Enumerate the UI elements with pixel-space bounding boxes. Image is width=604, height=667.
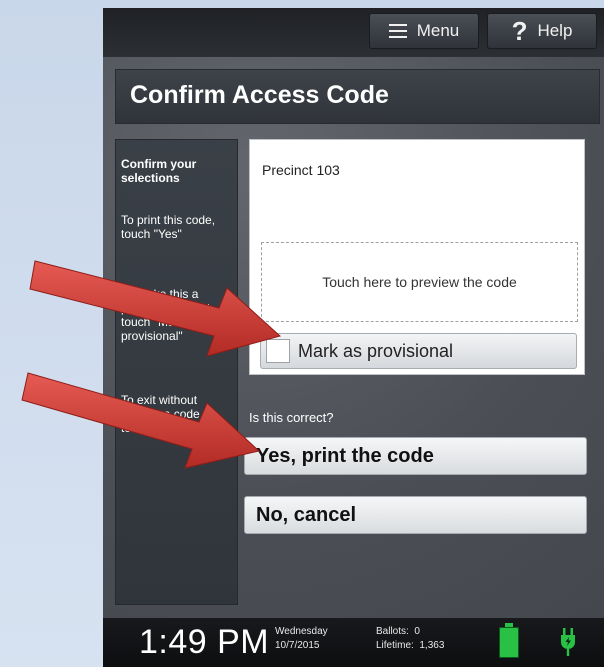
access-code-card: Precinct 103 Touch here to preview the c… — [249, 139, 585, 375]
preview-label: Touch here to preview the code — [322, 274, 517, 290]
ballots-value: 0 — [414, 626, 420, 637]
precinct-label: Precinct 103 — [262, 162, 340, 178]
no-cancel-label: No, cancel — [256, 503, 357, 526]
ballots-label: Ballots: — [376, 626, 409, 637]
menu-label: Menu — [416, 21, 460, 40]
date: 10/7/2015 — [275, 640, 320, 651]
ballots-count: Ballots: 0 — [376, 626, 420, 637]
red-arrow-bottom — [21, 372, 261, 469]
lifetime-count: Lifetime: 1,363 — [376, 640, 444, 651]
instructions-heading: Confirm your selections — [121, 157, 197, 185]
clock-time: 1:49 PM — [139, 623, 270, 661]
battery-full-icon — [499, 623, 519, 658]
page-title: Confirm Access Code — [130, 81, 389, 109]
hamburger-icon — [388, 23, 407, 39]
title-bar: Confirm Access Code — [115, 69, 600, 124]
lifetime-label: Lifetime: — [376, 640, 414, 651]
top-bar: Menu ? Help — [103, 8, 604, 57]
question-icon: ? — [511, 16, 528, 46]
menu-button[interactable]: Menu — [369, 13, 479, 49]
help-button[interactable]: ? Help — [487, 13, 597, 49]
no-cancel-button[interactable]: No, cancel — [244, 496, 587, 534]
plug-icon — [561, 628, 575, 656]
mark-provisional-button[interactable]: Mark as provisional — [260, 333, 577, 369]
weekday: Wednesday — [275, 626, 328, 637]
status-bar: 1:49 PM Wednesday 10/7/2015 Ballots: 0 L… — [103, 618, 604, 667]
provisional-label: Mark as provisional — [298, 341, 454, 361]
preview-code-area[interactable]: Touch here to preview the code — [261, 242, 578, 322]
yes-print-button[interactable]: Yes, print the code — [244, 437, 587, 475]
lifetime-value: 1,363 — [419, 640, 445, 651]
help-label: Help — [537, 21, 573, 40]
